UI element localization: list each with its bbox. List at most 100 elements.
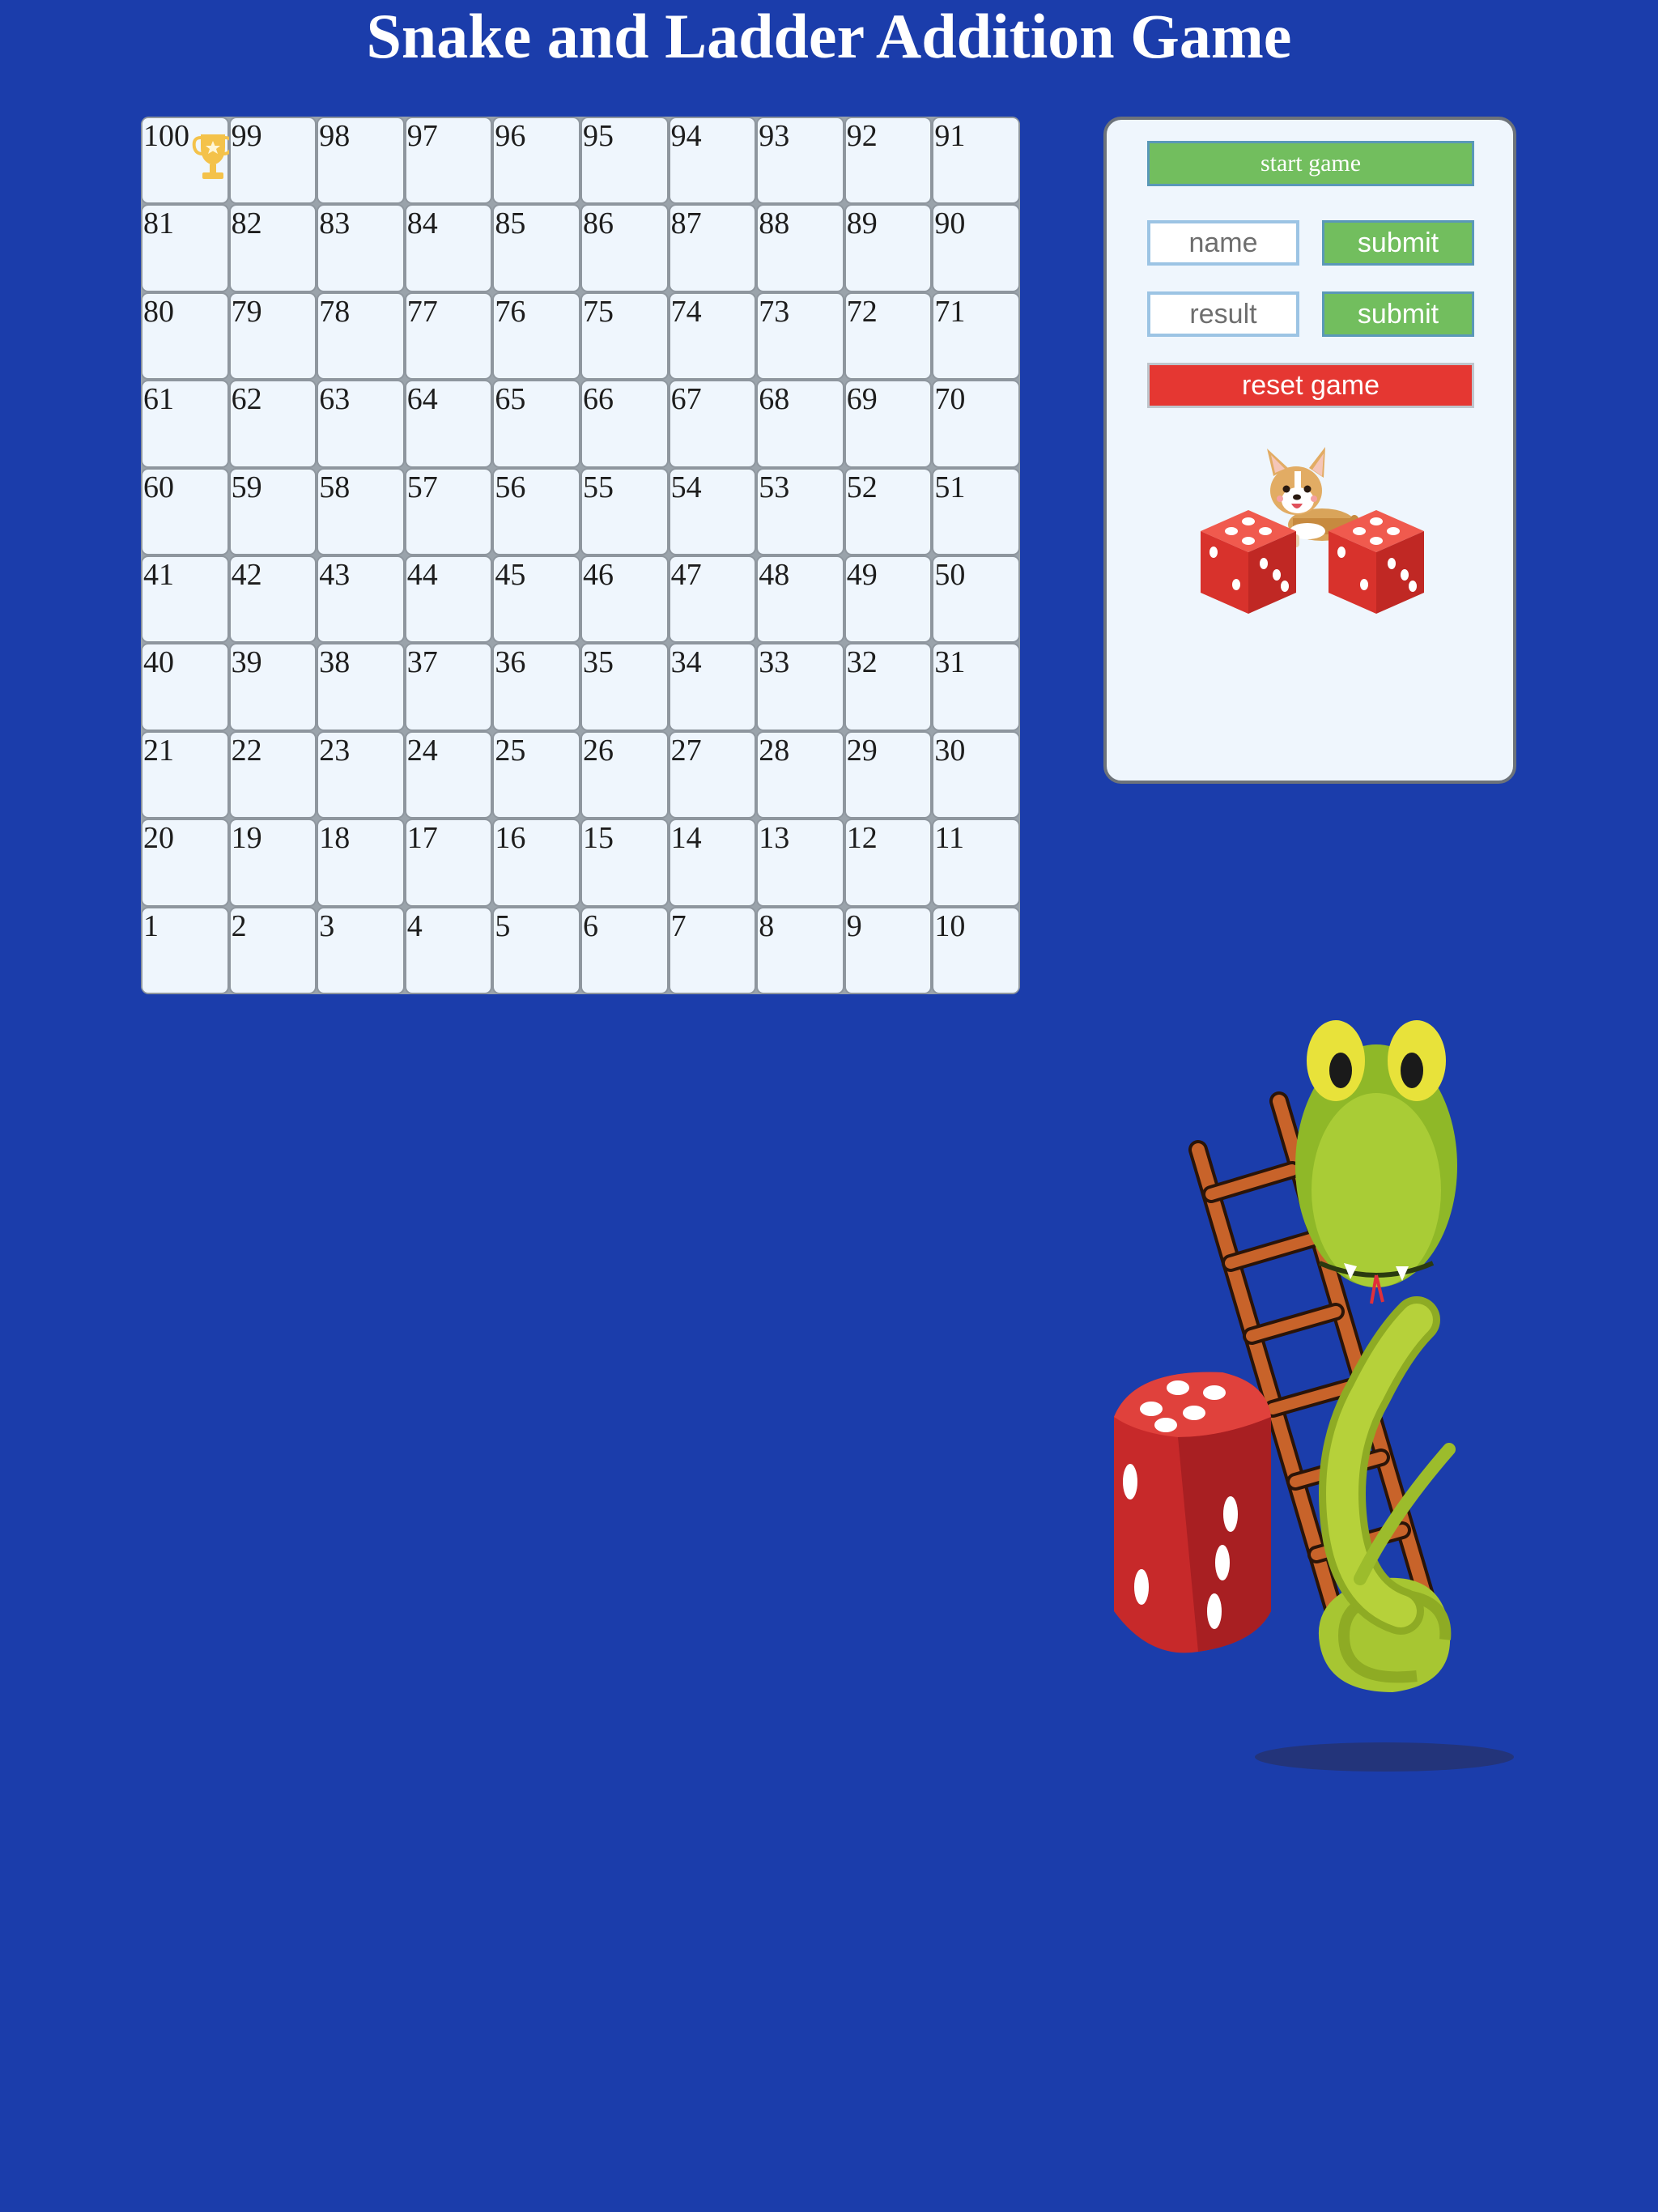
cell-number: 39 xyxy=(231,645,262,680)
board-cell: 80 xyxy=(141,291,229,381)
board-cell: 66 xyxy=(580,380,669,468)
board-cell: 93 xyxy=(756,117,844,205)
cell-number: 16 xyxy=(495,821,526,856)
name-input[interactable]: name xyxy=(1147,220,1299,266)
cell-number: 6 xyxy=(582,908,598,943)
cell-number: 20 xyxy=(143,821,174,856)
cell-number: 99 xyxy=(231,119,262,153)
board-cell: 75 xyxy=(580,291,669,381)
board-cell: 77 xyxy=(404,291,493,381)
cell-number: 95 xyxy=(582,119,614,153)
cell-number: 87 xyxy=(670,206,702,241)
cell-number: 89 xyxy=(846,206,878,241)
board-cell: 44 xyxy=(404,555,493,644)
board-cell: 49 xyxy=(844,555,933,644)
board-cell: 63 xyxy=(317,380,405,468)
cell-number: 74 xyxy=(670,294,702,329)
board-cell: 7 xyxy=(668,906,757,994)
cell-number: 42 xyxy=(231,558,262,592)
cell-number: 92 xyxy=(846,119,878,153)
cell-number: 11 xyxy=(934,821,964,856)
cell-number: 29 xyxy=(846,733,878,768)
board-cell: 82 xyxy=(228,204,317,292)
reset-game-button[interactable]: reset game xyxy=(1147,363,1474,408)
start-game-button[interactable]: start game xyxy=(1147,141,1474,186)
board-cell: 60 xyxy=(141,467,229,555)
board-cell: 76 xyxy=(492,291,580,381)
board-cell: 84 xyxy=(404,204,493,292)
board-cell: 70 xyxy=(932,380,1020,468)
board-cell: 16 xyxy=(492,819,580,907)
board-cell: 22 xyxy=(228,730,317,819)
board-cell: 89 xyxy=(844,204,933,292)
cell-number: 90 xyxy=(934,206,966,241)
board-cell: 11 xyxy=(932,819,1020,907)
red-die-icon xyxy=(1329,510,1424,614)
cell-number: 68 xyxy=(759,382,790,417)
cell-number: 75 xyxy=(582,294,614,329)
board-cell: 57 xyxy=(404,467,493,555)
cell-number: 61 xyxy=(143,382,174,417)
board-cell: 43 xyxy=(317,555,405,644)
control-panel: start game name submit result submit res… xyxy=(1103,117,1516,784)
cell-number: 65 xyxy=(495,382,526,417)
board-cell: 81 xyxy=(141,204,229,292)
cell-number: 60 xyxy=(143,470,174,504)
board-cell: 4 xyxy=(404,906,493,994)
cell-number: 59 xyxy=(231,470,262,504)
board-cell: 20 xyxy=(141,819,229,907)
cell-number: 93 xyxy=(759,119,790,153)
cell-number: 4 xyxy=(406,908,423,943)
board-cell: 30 xyxy=(932,730,1020,819)
board-cell: 33 xyxy=(756,643,844,731)
cell-number: 7 xyxy=(670,908,687,943)
board-cell: 98 xyxy=(317,117,405,205)
cell-number: 25 xyxy=(495,733,526,768)
board-cell: 37 xyxy=(404,643,493,731)
cell-number: 35 xyxy=(582,645,614,680)
board-cell: 6 xyxy=(580,906,669,994)
snake-ladder-illustration xyxy=(1114,1020,1514,1772)
board-cell: 100 xyxy=(141,117,234,205)
cell-number: 70 xyxy=(934,382,966,417)
board-cell: 12 xyxy=(844,819,933,907)
board-cell: 25 xyxy=(492,730,580,819)
cell-number: 40 xyxy=(143,645,174,680)
result-submit-button[interactable]: submit xyxy=(1322,291,1474,337)
cell-number: 52 xyxy=(846,470,878,504)
board-cell: 9 xyxy=(844,906,933,994)
cell-number: 98 xyxy=(319,119,351,153)
cell-number: 80 xyxy=(143,294,174,329)
board-cell: 3 xyxy=(317,906,405,994)
board-cell: 47 xyxy=(668,555,757,644)
result-input[interactable]: result xyxy=(1147,291,1299,337)
cell-number: 67 xyxy=(670,382,702,417)
cell-number: 32 xyxy=(846,645,878,680)
cell-number: 8 xyxy=(759,908,775,943)
board-cell: 68 xyxy=(756,380,844,468)
board-cell: 64 xyxy=(404,380,493,468)
cell-number: 62 xyxy=(231,382,262,417)
board-cell: 48 xyxy=(756,555,844,644)
cell-number: 13 xyxy=(759,821,790,856)
board-cell: 97 xyxy=(404,117,493,205)
cell-number: 10 xyxy=(934,908,966,943)
cell-number: 71 xyxy=(934,294,966,329)
game-board: 100 99 98 97 96 95 94 93 92 91 81 82 83 84 85 86 87 88 89 9… xyxy=(141,117,1020,994)
board-cell: 23 xyxy=(317,730,405,819)
cell-number: 9 xyxy=(846,908,862,943)
cell-number: 24 xyxy=(406,733,438,768)
cell-number: 21 xyxy=(143,733,174,768)
cell-number: 33 xyxy=(759,645,790,680)
cell-number: 64 xyxy=(406,382,438,417)
cell-number: 48 xyxy=(759,558,790,592)
board-cell: 21 xyxy=(141,730,229,819)
name-submit-button[interactable]: submit xyxy=(1322,220,1474,266)
board-cell: 87 xyxy=(668,204,757,292)
board-cell: 27 xyxy=(668,730,757,819)
cell-number: 77 xyxy=(406,294,438,329)
board-cell: 56 xyxy=(492,467,580,555)
board-cell: 45 xyxy=(492,555,580,644)
board-cell: 88 xyxy=(756,204,844,292)
board-cell: 61 xyxy=(141,380,229,468)
